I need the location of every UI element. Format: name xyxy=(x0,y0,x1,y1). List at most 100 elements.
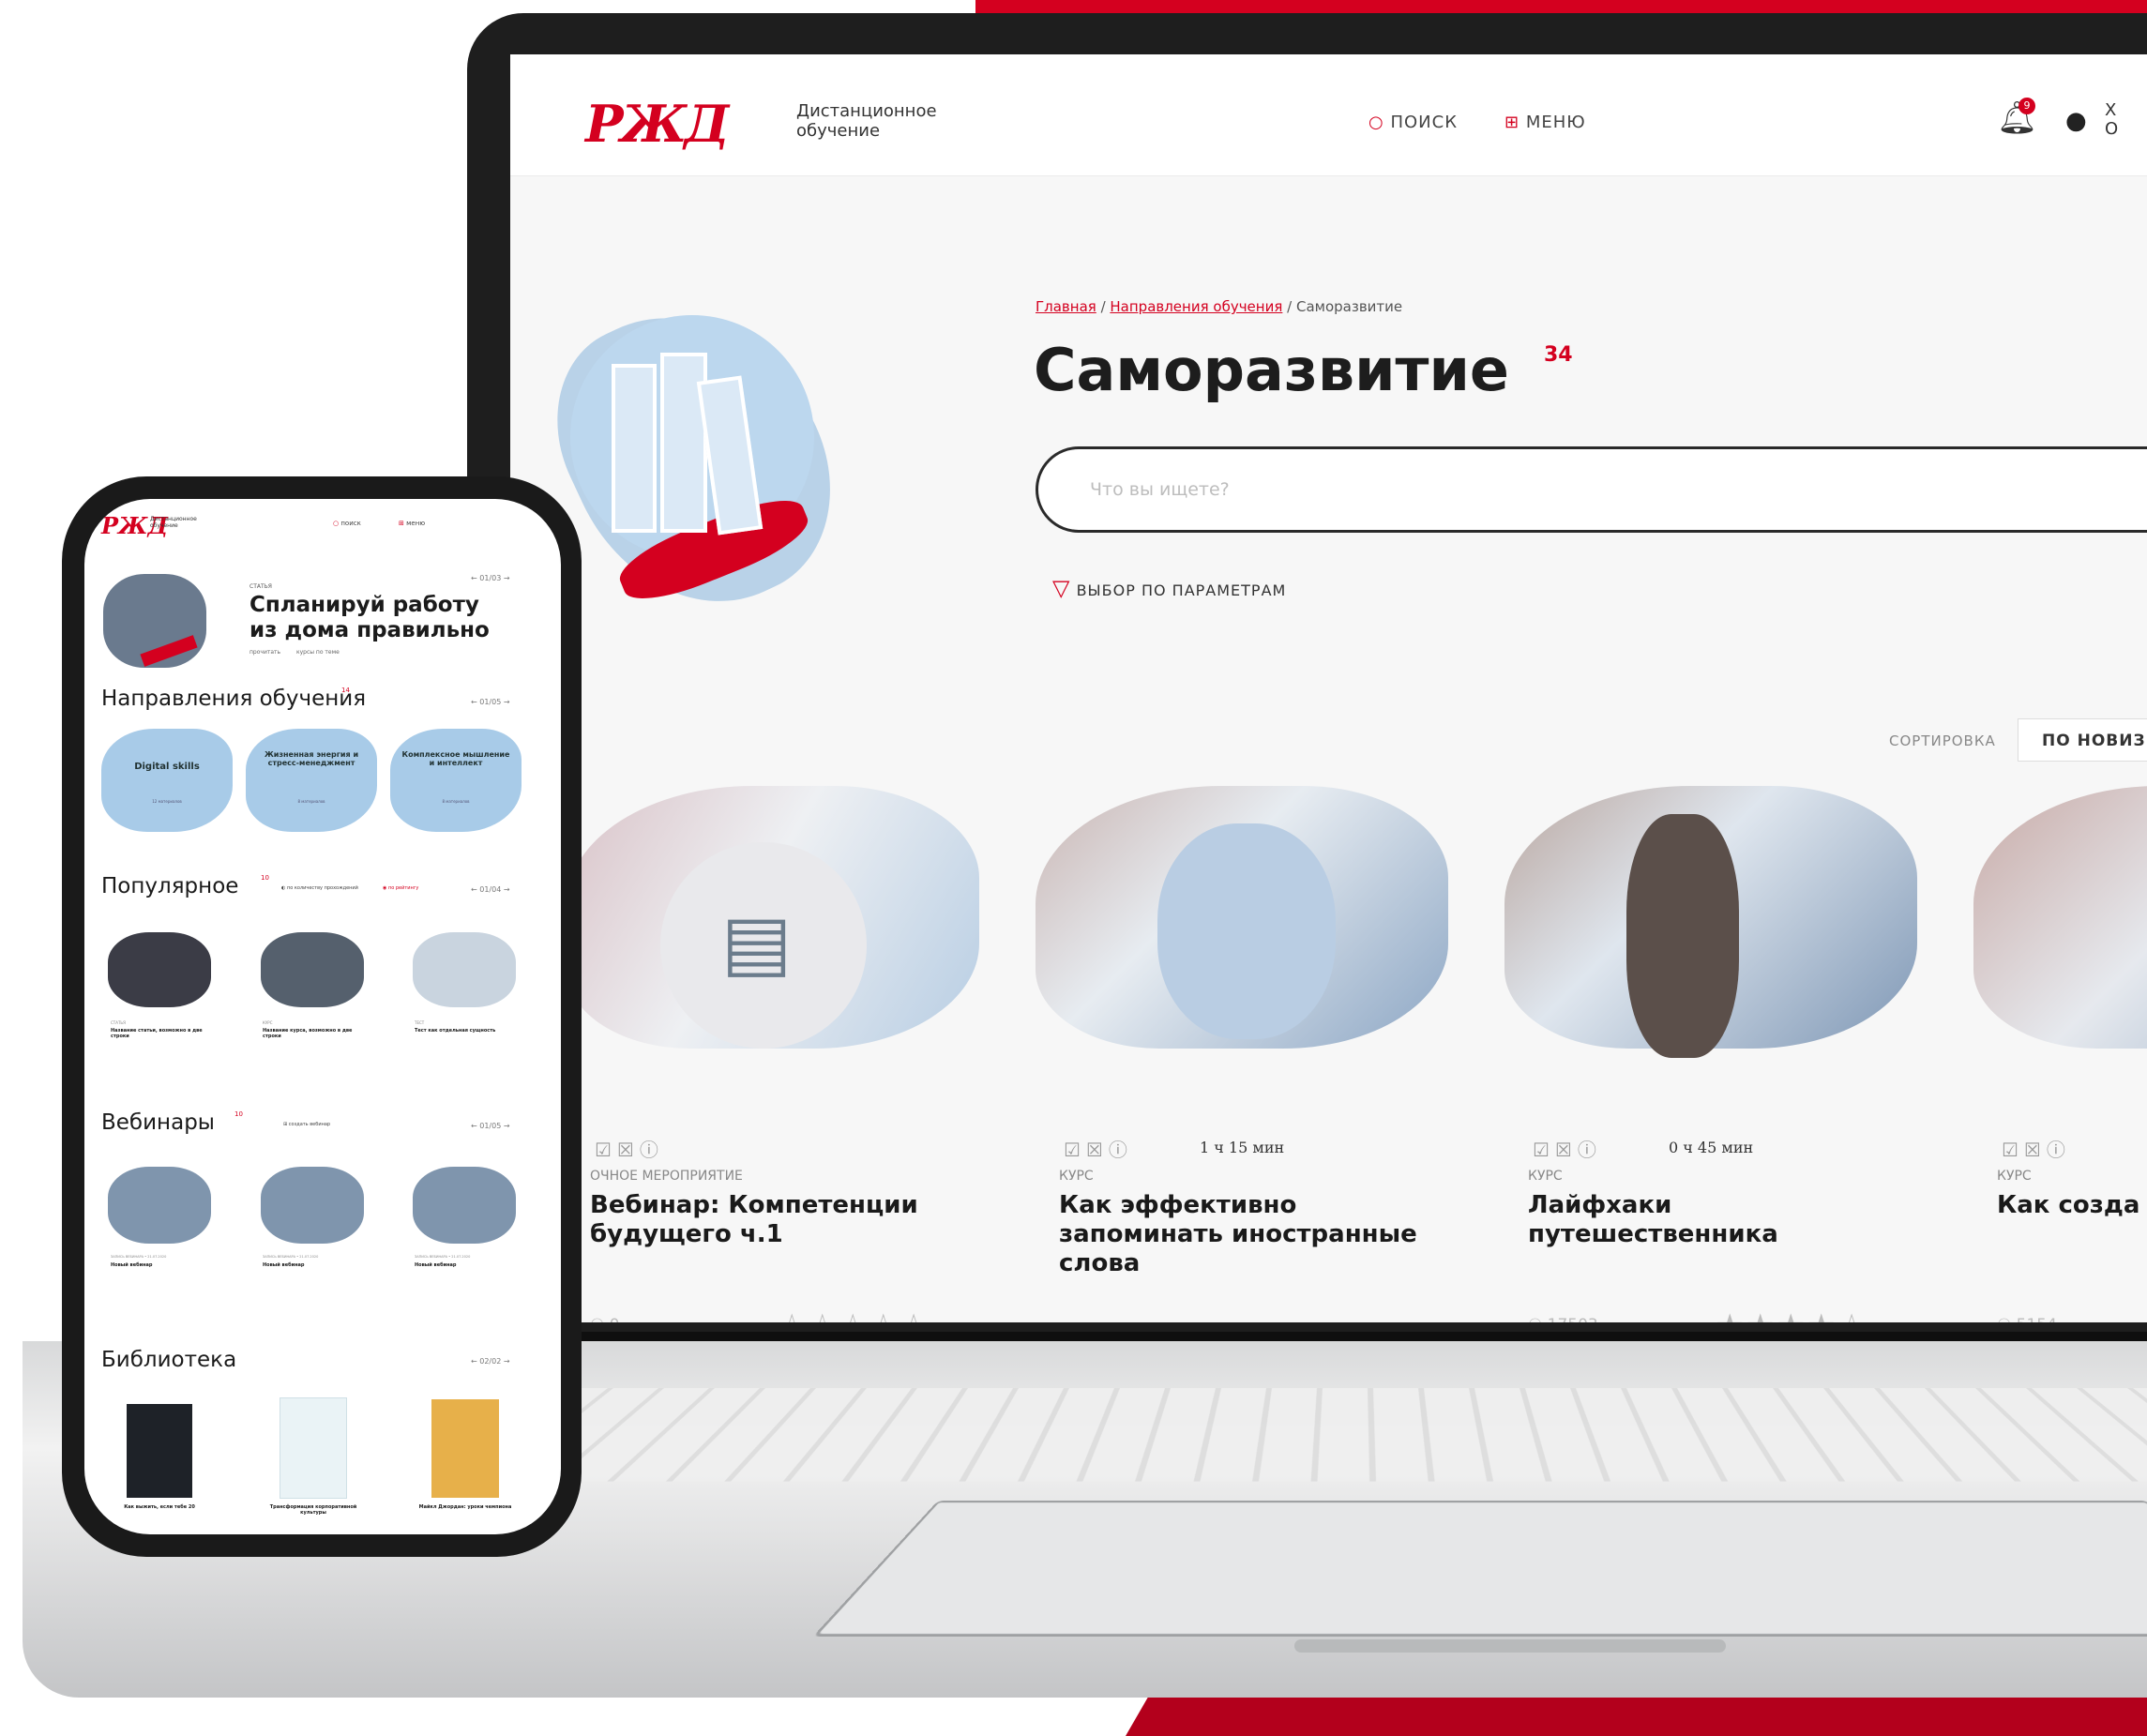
phone-nav-search-label: поиск xyxy=(340,520,361,527)
phone-directions-pager[interactable]: ← 01/05 → xyxy=(471,698,510,706)
phone-popular-title: Популярное xyxy=(101,874,238,898)
popular-title[interactable]: Название статьи, возможно в две строки xyxy=(111,1028,214,1039)
brand-stripe-bottom xyxy=(1126,1693,2147,1736)
popular-title[interactable]: Тест как отдельная сущность xyxy=(415,1028,518,1034)
direction-name: Комплексное мышление и интеллект xyxy=(400,750,512,767)
phone-library-pager[interactable]: ← 02/02 → xyxy=(471,1357,510,1366)
webinar-title[interactable]: Новый вебинар xyxy=(111,1262,153,1268)
create-webinar-button[interactable]: ⊞ создать вебинар xyxy=(283,1122,330,1127)
course-card[interactable]: ▤ ☑☒ⓘ ОЧНОЕ МЕРОПРИЯТИЕ Вебинар: Компете… xyxy=(567,786,979,1322)
webinar-thumb[interactable] xyxy=(261,1167,364,1244)
search-icon: ○ xyxy=(1368,113,1384,132)
filter-icon: ▽ xyxy=(1052,575,1070,601)
nav-menu[interactable]: ⊞ МЕНЮ xyxy=(1504,113,1586,132)
card-title[interactable]: Как эффективно запоминать иностранные сл… xyxy=(1059,1191,1425,1278)
card-title[interactable]: Вебинар: Компетенции будущего ч.1 xyxy=(590,1191,956,1249)
direction-tile[interactable] xyxy=(101,729,233,832)
pager-count: 01/05 xyxy=(479,1122,501,1130)
phone-popular-count: 10 xyxy=(261,874,269,882)
webinar-title[interactable]: Новый вебинар xyxy=(415,1262,457,1268)
book-title[interactable]: Майкл Джордан: уроки чемпиона xyxy=(413,1504,518,1510)
filter-label: ВЫБОР ПО ПАРАМЕТРАМ xyxy=(1077,581,1287,599)
phone-tagline: Дистанционное обучение xyxy=(150,516,216,529)
direction-name: Жизненная энергия и стресс-менеджмент xyxy=(253,750,370,767)
direction-tile[interactable] xyxy=(390,729,522,832)
users-icon: ⚇ xyxy=(1997,1316,2011,1322)
filter-button[interactable]: ▽ ВЫБОР ПО ПАРАМЕТРАМ xyxy=(1052,575,1286,601)
webinar-title[interactable]: Новый вебинар xyxy=(263,1262,305,1268)
card-duration: 1 ч 15 мин xyxy=(1200,1139,1284,1156)
phone-nav-search[interactable]: ○ поиск xyxy=(333,520,361,527)
book-cover[interactable] xyxy=(127,1404,192,1498)
card-participants: ⚇ 5154 xyxy=(1997,1316,2057,1322)
page-title: Саморазвитие xyxy=(1034,336,1509,404)
card-type: КУРС xyxy=(1059,1169,1094,1184)
phone-webinars-pager[interactable]: ← 01/05 → xyxy=(471,1122,510,1130)
toggle-label: по количеству прохождений xyxy=(287,885,358,891)
breadcrumb-home[interactable]: Главная xyxy=(1036,298,1096,315)
pager-count: 02/02 xyxy=(479,1357,501,1366)
card-image xyxy=(1973,786,2147,1049)
phone-popular-pager[interactable]: ← 01/04 → xyxy=(471,885,510,894)
card-type: КУРС xyxy=(1528,1169,1563,1184)
brand-logo[interactable]: РЖД xyxy=(585,94,726,154)
breadcrumb: Главная / Направления обучения / Самораз… xyxy=(1036,298,1402,315)
card-format-icons: ☑☒ⓘ xyxy=(2002,1135,2071,1162)
course-card[interactable]: ☑☒ⓘ КУРС Как созда персонал ⚇ 5154 xyxy=(1973,786,2147,1322)
phone-hero-link-courses[interactable]: курсы по теме xyxy=(296,649,340,656)
book-cover[interactable] xyxy=(280,1397,347,1499)
article-icon: ▤ xyxy=(721,898,793,986)
card-title[interactable]: Как созда персонал xyxy=(1997,1191,2147,1220)
popular-thumb[interactable] xyxy=(261,932,364,1007)
search-input[interactable]: Что вы ищете? xyxy=(1036,446,2147,533)
user-icon[interactable]: ● xyxy=(2065,107,2087,135)
phone-screen: РЖД Дистанционное обучение ○ поиск ⊞ мен… xyxy=(84,499,561,1534)
direction-tile[interactable] xyxy=(246,729,377,832)
course-card[interactable]: ☑☒ⓘ 1 ч 15 мин КУРС Как эффективно запом… xyxy=(1036,786,1448,1322)
toggle-by-rating[interactable]: ◉ по рейтингу xyxy=(383,885,418,891)
pager-count: 01/03 xyxy=(479,574,501,582)
card-rating: ★★★★☆ xyxy=(1716,1307,1867,1322)
card-photo-person xyxy=(1157,823,1336,1039)
books-icon xyxy=(612,364,657,533)
book-title[interactable]: Как выжить, если тебе 20 xyxy=(113,1504,206,1510)
breadcrumb-section[interactable]: Направления обучения xyxy=(1110,298,1282,315)
book-cover[interactable] xyxy=(431,1399,499,1498)
toggle-by-completions[interactable]: ◐ по количеству прохождений xyxy=(281,885,358,891)
card-participants: ⚇ 0 xyxy=(590,1316,619,1322)
notification-badge: 9 xyxy=(2018,98,2035,114)
popular-thumb[interactable] xyxy=(413,932,516,1007)
page-count: 34 xyxy=(1544,343,1573,367)
nav-search[interactable]: ○ ПОИСК xyxy=(1368,113,1458,132)
course-card[interactable]: ☑☒ⓘ 0 ч 45 мин КУРС Лайфхаки путешествен… xyxy=(1504,786,1917,1322)
book-title[interactable]: Трансформация корпоративной культуры xyxy=(263,1504,364,1516)
phone-directions-count: 14 xyxy=(341,687,350,694)
participants-count: 0 xyxy=(610,1316,620,1322)
phone-nav-menu[interactable]: ⊞ меню xyxy=(399,520,425,527)
nav-search-label: ПОИСК xyxy=(1390,113,1458,132)
popular-title[interactable]: Название курса, возможно в две строки xyxy=(263,1028,366,1039)
direction-sub: 8 материалов xyxy=(418,799,493,804)
user-name[interactable]: Х О xyxy=(2105,101,2118,139)
sort-dropdown[interactable]: ПО НОВИЗН xyxy=(2018,718,2147,762)
menu-grid-icon: ⊞ xyxy=(399,520,404,527)
card-format-icons: ☑☒ⓘ xyxy=(1064,1135,1133,1162)
popular-thumb[interactable] xyxy=(108,932,211,1007)
webinar-meta: ЗАПИСЬ ВЕБИНАРА • 21.07.2020 xyxy=(415,1255,470,1259)
phone-webinars-count: 10 xyxy=(234,1110,243,1118)
phone-hero-link-read[interactable]: прочитать xyxy=(249,649,280,656)
card-title[interactable]: Лайфхаки путешественника xyxy=(1528,1191,1894,1249)
phone-hero-title[interactable]: Спланируй работу из дома правильно xyxy=(249,593,503,643)
webinar-thumb[interactable] xyxy=(108,1167,211,1244)
breadcrumb-current: Саморазвитие xyxy=(1296,298,1402,315)
direction-name: Digital skills xyxy=(129,762,204,772)
pager-count: 01/04 xyxy=(479,885,501,894)
sort-label: СОРТИРОВКА xyxy=(1889,732,1996,749)
card-rating: ★★★★⯪ xyxy=(1256,1321,1410,1322)
card-rating: ☆☆☆☆☆ xyxy=(778,1307,930,1322)
phone-hero-pager[interactable]: ← 01/03 → xyxy=(471,574,510,582)
webinar-thumb[interactable] xyxy=(413,1167,516,1244)
users-icon: ⚇ xyxy=(1528,1316,1542,1322)
phone-library-title: Библиотека xyxy=(101,1348,236,1372)
search-icon: ○ xyxy=(333,520,339,527)
